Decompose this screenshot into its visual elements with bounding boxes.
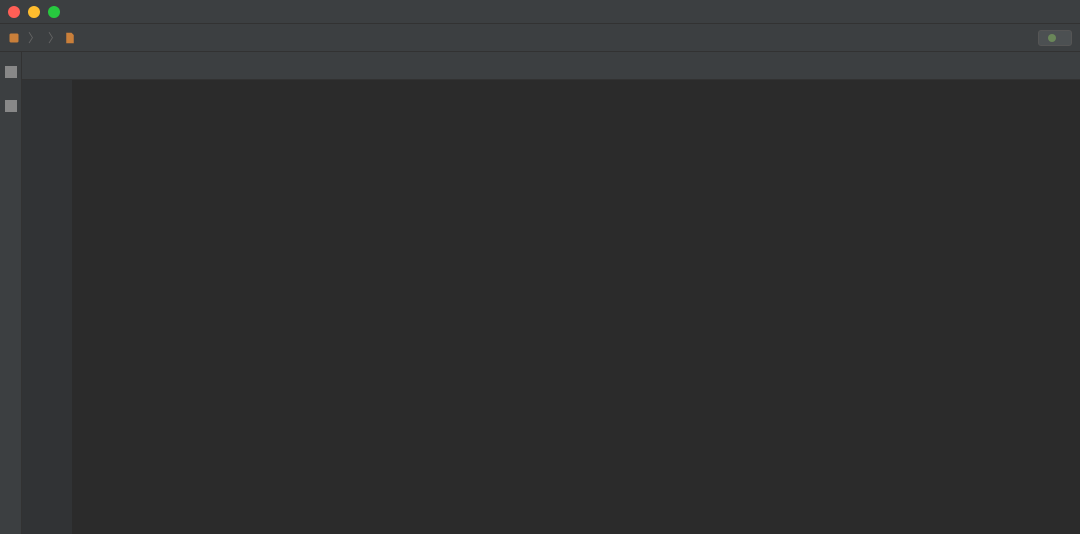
- minimize-window-button[interactable]: [28, 6, 40, 18]
- main: [0, 52, 1080, 534]
- file-icon: [64, 32, 76, 44]
- close-window-button[interactable]: [8, 6, 20, 18]
- editor-tabs: [22, 52, 1080, 80]
- run-configuration-select[interactable]: [1038, 30, 1072, 46]
- tool-window-bar: [0, 52, 22, 534]
- jar-icon: [8, 32, 20, 44]
- project-icon: [5, 66, 17, 78]
- run-config-icon: [1047, 33, 1057, 43]
- breadcrumb-separator-icon: 〉: [28, 29, 40, 46]
- tool-tab-structure[interactable]: [5, 92, 17, 116]
- breadcrumb-item[interactable]: [64, 32, 80, 44]
- window-controls: [8, 6, 60, 18]
- breadcrumb: 〉 〉: [0, 24, 1080, 52]
- structure-icon: [5, 100, 17, 112]
- editor-area: [22, 52, 1080, 534]
- code-view[interactable]: [22, 80, 1080, 534]
- breadcrumb-item[interactable]: [8, 32, 24, 44]
- code-content[interactable]: [72, 80, 1080, 534]
- tool-tab-project[interactable]: [5, 58, 17, 82]
- titlebar: [0, 0, 1080, 24]
- gutter: [22, 80, 72, 534]
- maximize-window-button[interactable]: [48, 6, 60, 18]
- breadcrumb-separator-icon: 〉: [48, 29, 60, 46]
